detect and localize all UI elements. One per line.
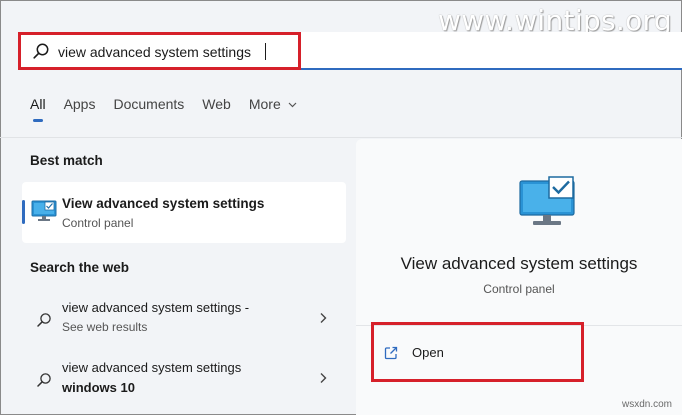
chevron-right-icon <box>320 373 327 383</box>
web-result-query: view advanced system settings - <box>62 300 250 315</box>
tab-all[interactable]: All <box>30 96 46 126</box>
web-result-item[interactable]: view advanced system settings - See web … <box>22 298 346 344</box>
monitor-settings-icon <box>31 200 57 221</box>
open-external-icon <box>384 346 398 360</box>
selection-accent-bar <box>22 200 25 224</box>
search-focus-underline <box>18 68 682 70</box>
tab-apps-label: Apps <box>63 96 96 112</box>
footer-watermark: wsxdn.com <box>622 399 673 410</box>
preview-title: View advanced system settings <box>400 254 638 273</box>
tab-more-label: More <box>248 96 281 112</box>
open-button-label: Open <box>412 345 444 360</box>
tab-web-label: Web <box>202 96 231 112</box>
best-match-result[interactable]: View advanced system settings Control pa… <box>22 182 346 243</box>
text-caret <box>265 43 266 60</box>
monitor-check-icon <box>519 176 575 225</box>
chevron-right-icon <box>320 313 327 323</box>
web-result-item[interactable]: view advanced system settings windows 10 <box>22 358 346 404</box>
chevron-down-icon <box>288 102 297 108</box>
tab-web[interactable]: Web <box>202 96 231 126</box>
preview-panel: View advanced system settings Control pa… <box>356 139 682 415</box>
tab-documents-label: Documents <box>113 96 185 112</box>
best-match-heading: Best match <box>30 153 103 168</box>
active-tab-indicator <box>33 119 43 122</box>
tabs-divider <box>0 137 682 138</box>
filter-tabs: All Apps Documents Web More <box>30 96 315 126</box>
best-match-title: View advanced system settings <box>62 196 265 211</box>
open-button[interactable]: Open <box>380 343 550 367</box>
search-icon <box>33 43 49 59</box>
tab-apps[interactable]: Apps <box>64 96 96 126</box>
tab-documents[interactable]: Documents <box>113 96 184 126</box>
web-result-query-suffix: windows 10 <box>62 380 135 395</box>
tab-all-label: All <box>30 96 46 112</box>
search-web-heading: Search the web <box>30 260 130 275</box>
web-result-caption: See web results <box>62 320 148 334</box>
search-icon <box>37 373 51 387</box>
search-box[interactable] <box>18 32 682 70</box>
best-match-subtitle: Control panel <box>62 216 134 230</box>
web-result-query: view advanced system settings <box>62 360 242 375</box>
preview-subtitle: Control panel <box>483 282 555 296</box>
tab-more[interactable]: More <box>249 96 297 126</box>
search-icon <box>37 313 51 327</box>
search-input[interactable] <box>58 41 298 63</box>
preview-divider <box>356 325 682 326</box>
